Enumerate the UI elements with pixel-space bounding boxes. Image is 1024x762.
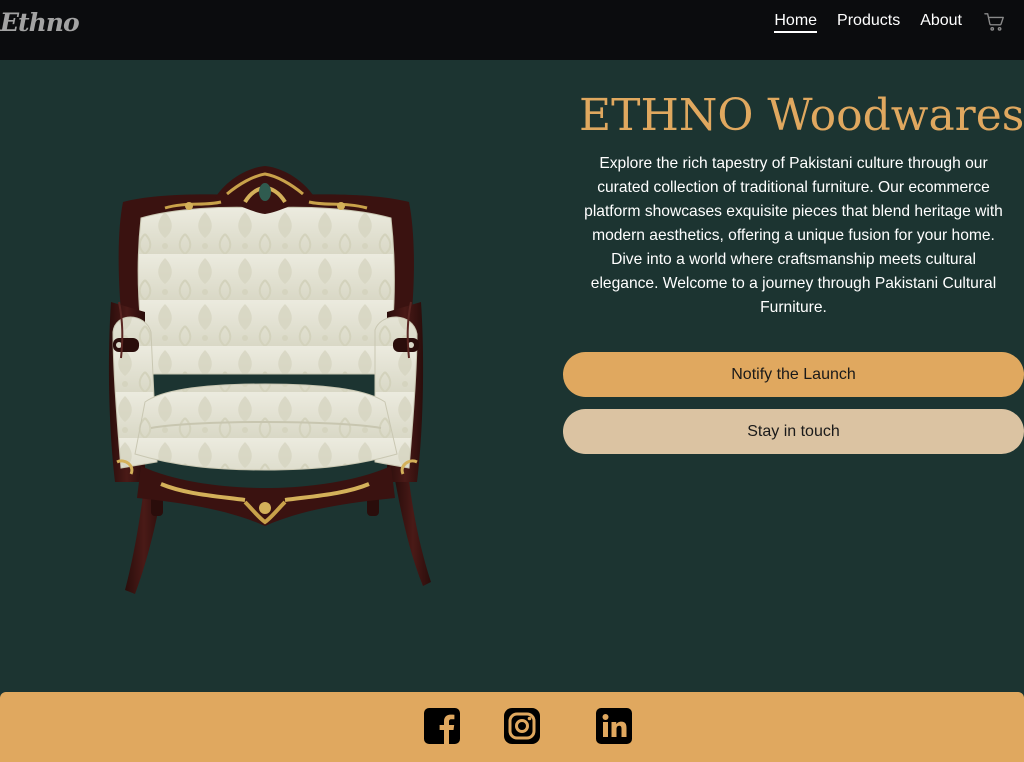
hero-image [105, 162, 435, 598]
nav-link-about[interactable]: About [920, 12, 962, 33]
nav-links: Home Products About [774, 0, 1024, 44]
armchair-illustration [108, 166, 431, 594]
cart-icon[interactable] [984, 11, 1006, 33]
instagram-icon[interactable] [504, 708, 540, 744]
stay-in-touch-button[interactable]: Stay in touch [563, 409, 1024, 454]
facebook-icon[interactable] [424, 708, 460, 744]
hero-title: ETHNO Woodwares [579, 90, 1024, 141]
site-logo[interactable]: Ethno [0, 8, 80, 37]
notify-launch-button[interactable]: Notify the Launch [563, 352, 1024, 397]
footer [0, 692, 1024, 762]
nav-link-products[interactable]: Products [837, 12, 900, 33]
linkedin-icon[interactable] [596, 708, 632, 744]
hero-text: ETHNO Woodwares Explore the rich tapestr… [563, 88, 1024, 320]
nav-link-home[interactable]: Home [774, 12, 818, 33]
hero-description: Explore the rich tapestry of Pakistani c… [584, 155, 1003, 316]
navbar: Ethno Home Products About [0, 0, 1024, 60]
